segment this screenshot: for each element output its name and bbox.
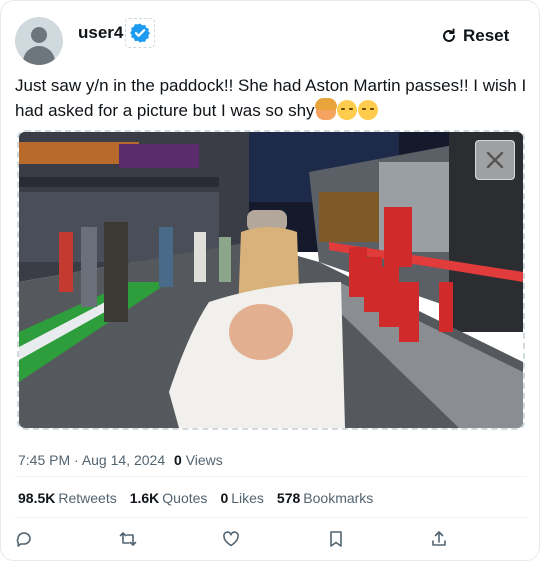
share-button[interactable]: [429, 529, 449, 549]
person-blonde-emoji: [314, 98, 337, 120]
bookmarks-stat[interactable]: 578 Bookmarks: [277, 490, 373, 506]
meta-separator: ·: [70, 452, 82, 468]
divider: [15, 476, 527, 477]
retweets-count: 98.5K: [18, 490, 56, 506]
bookmarks-label: Bookmarks: [303, 490, 374, 506]
likes-stat[interactable]: 0 Likes: [220, 490, 263, 506]
bookmarks-count: 578: [276, 490, 301, 506]
tweet-text: Just saw y/n in the paddock!! She had As…: [15, 73, 527, 123]
like-icon: [223, 531, 239, 547]
tweet-photo[interactable]: [17, 130, 525, 430]
close-media-button[interactable]: [475, 140, 515, 180]
tweet-timestamp[interactable]: 7:45 PM · Aug 14, 2024 0 Views: [18, 452, 223, 468]
tweet-date: Aug 14, 2024: [81, 452, 166, 468]
retweets-stat[interactable]: 98.5K Retweets: [18, 490, 117, 506]
reply-button[interactable]: [14, 529, 34, 549]
bookmark-button[interactable]: [326, 529, 346, 549]
reset-icon: [443, 28, 455, 42]
paddock-photo-illustration: [19, 132, 523, 428]
sad-relieved-face-emoji: [336, 100, 357, 120]
reply-icon: [16, 532, 31, 547]
divider: [15, 517, 527, 518]
shy-face-emoji: [357, 100, 378, 120]
tweet-card: user4 Reset Just saw y/n in the paddock!…: [0, 0, 540, 561]
likes-count: 0: [220, 490, 229, 506]
views-label: Views: [185, 452, 223, 468]
retweet-icon: [119, 532, 137, 546]
quotes-count: 1.6K: [129, 490, 160, 506]
like-button[interactable]: [221, 529, 241, 549]
bookmark-icon: [330, 531, 342, 547]
username[interactable]: user4: [78, 23, 123, 43]
retweet-button[interactable]: [118, 529, 138, 549]
tweet-time: 7:45 PM: [18, 452, 71, 468]
reset-label: Reset: [463, 26, 510, 45]
avatar-head-shape: [31, 27, 47, 43]
views-count: 0: [174, 452, 182, 468]
quotes-label: Quotes: [162, 490, 208, 506]
verified-icon: [130, 23, 150, 43]
tweet-body: Just saw y/n in the paddock!! She had As…: [15, 76, 527, 120]
close-icon: [486, 151, 504, 169]
engagement-stats: 98.5K Retweets 1.6K Quotes 0 Likes 578 Bookm…: [18, 490, 373, 506]
retweets-label: Retweets: [58, 490, 117, 506]
quotes-stat[interactable]: 1.6K Quotes: [130, 490, 208, 506]
action-bar: [1, 523, 540, 553]
verified-badge: [125, 18, 155, 48]
likes-label: Likes: [231, 490, 264, 506]
avatar-body-shape: [23, 46, 55, 65]
avatar[interactable]: [15, 17, 63, 65]
share-icon: [432, 531, 446, 546]
reset-button[interactable]: Reset: [441, 26, 509, 46]
